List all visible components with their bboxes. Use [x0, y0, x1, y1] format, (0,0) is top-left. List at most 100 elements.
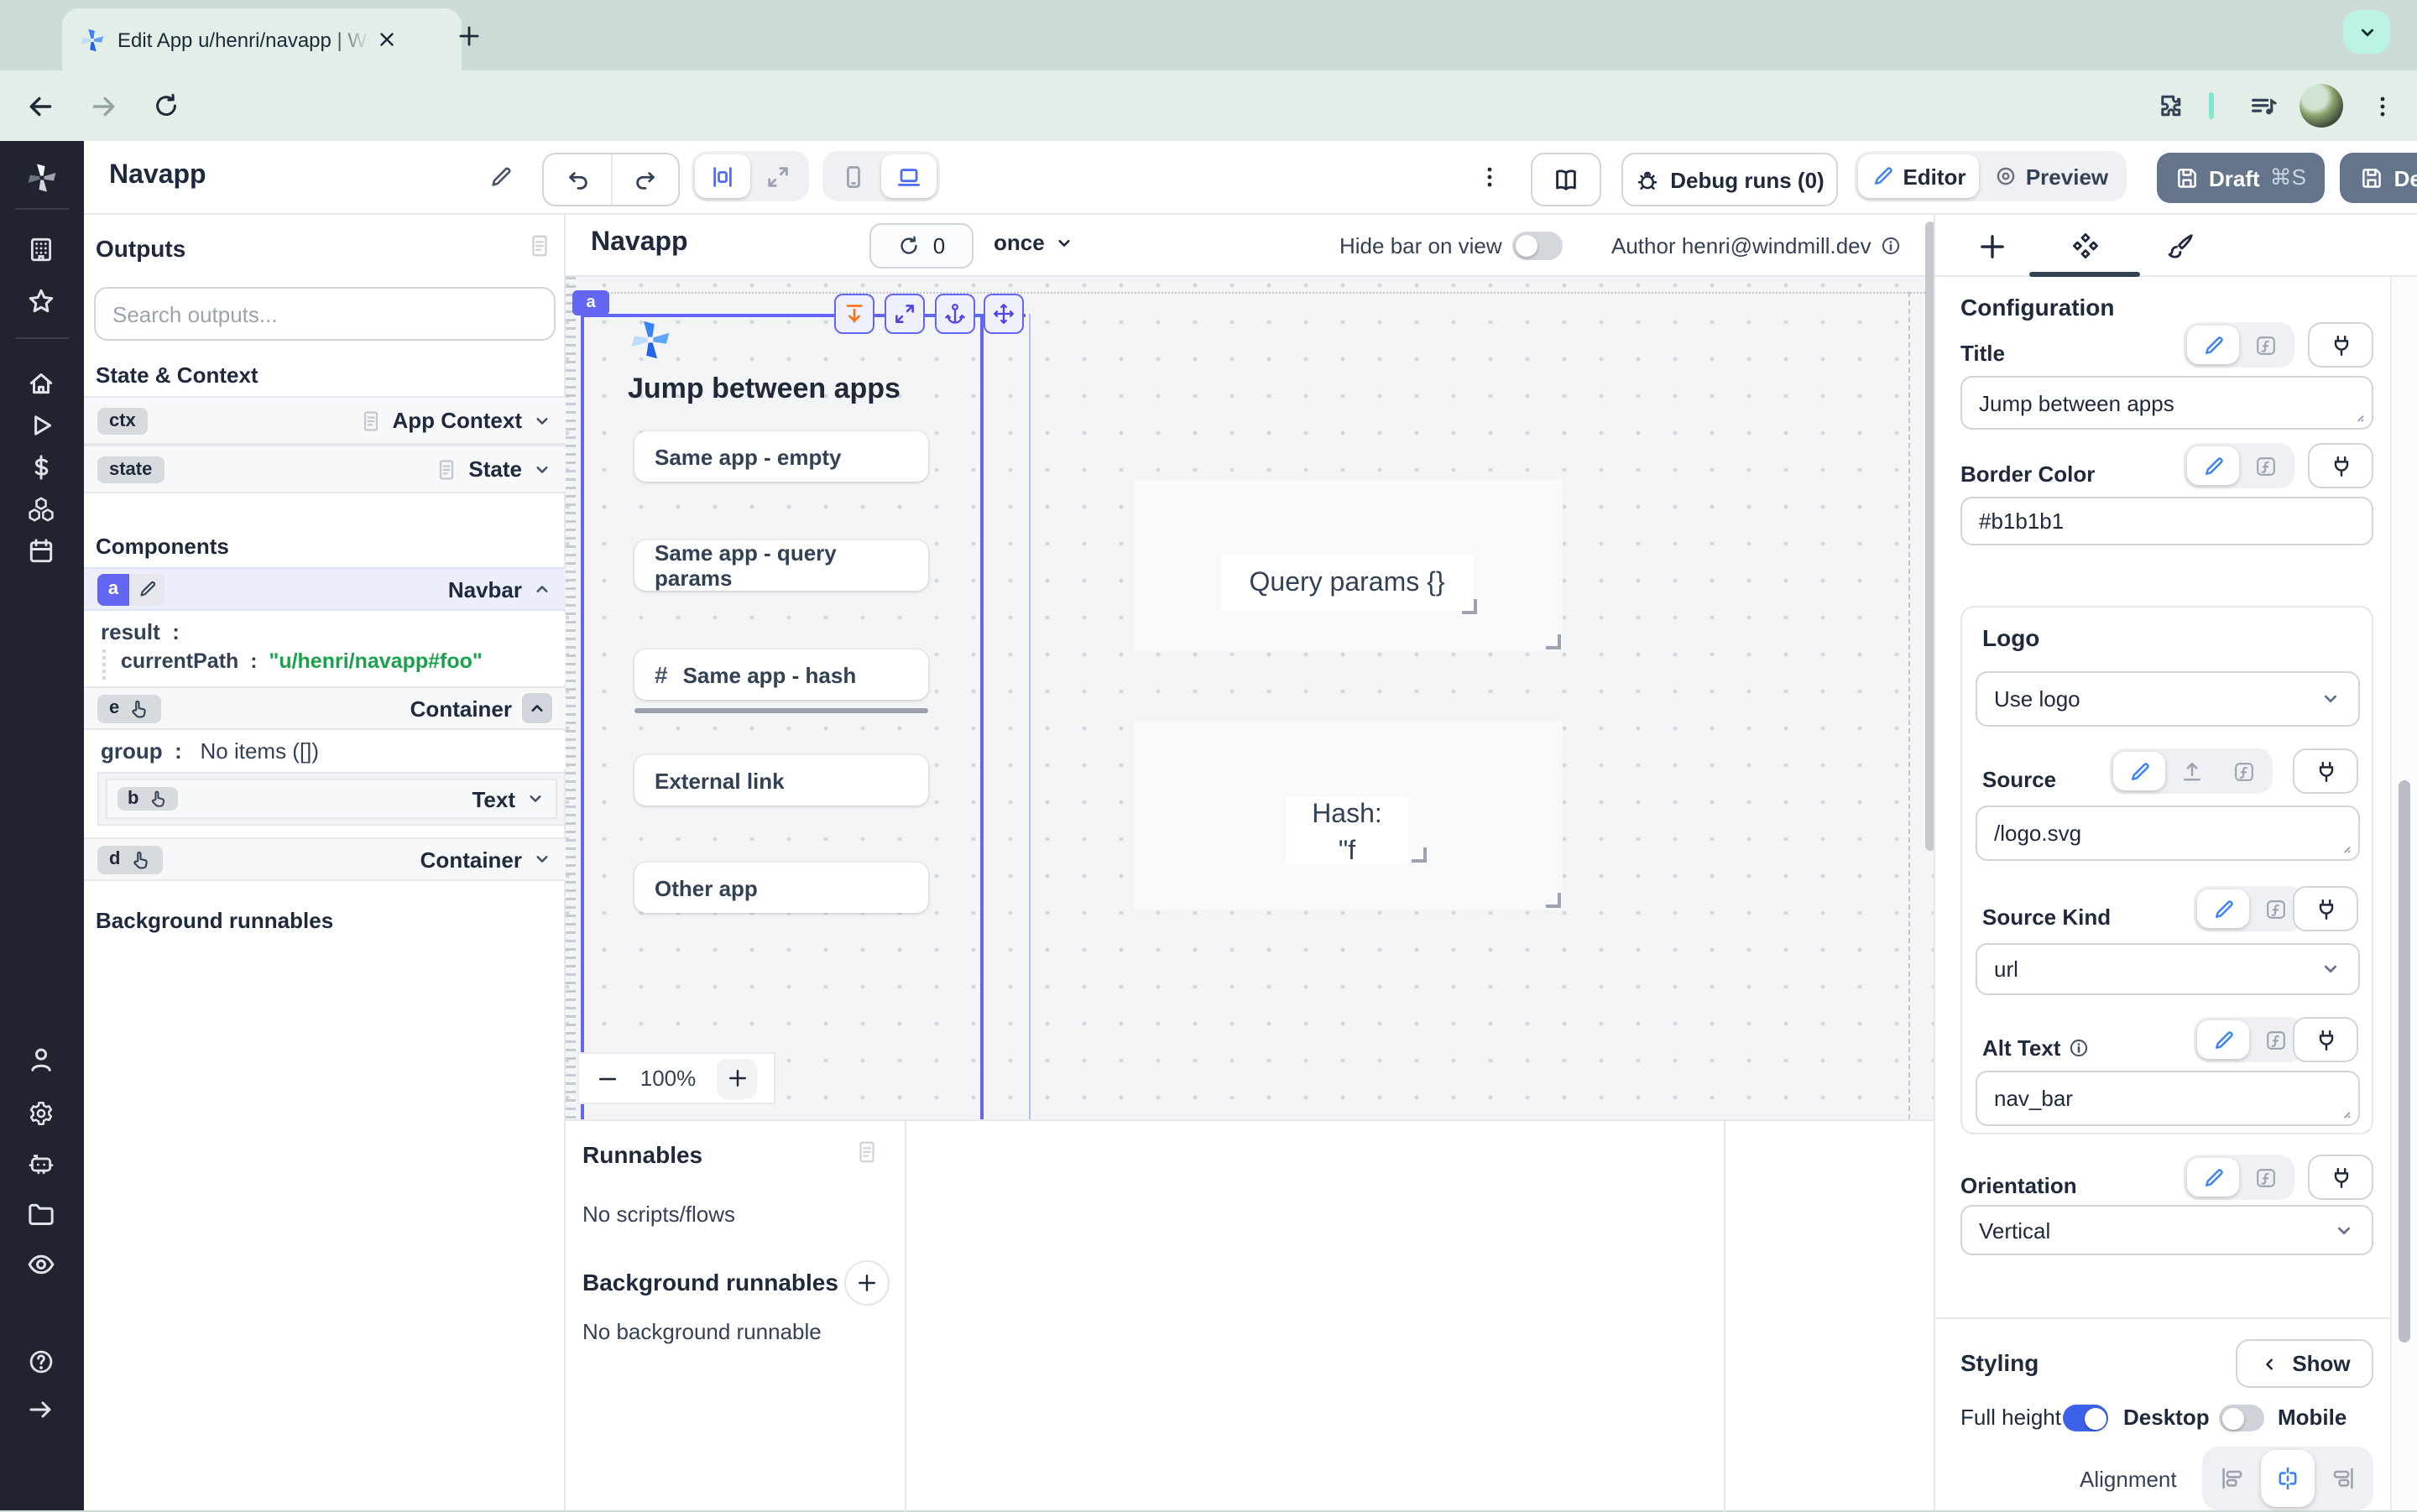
anchor-button[interactable]: [935, 294, 975, 334]
static-pencil-icon[interactable]: [2187, 1158, 2239, 1197]
component-edit-pencil-icon[interactable]: [129, 573, 164, 605]
nav-button-same-app-query[interactable]: Same app - query params: [634, 540, 928, 591]
nav-button-same-app-empty[interactable]: Same app - empty: [634, 431, 928, 482]
textarea-resize-grip[interactable]: [2333, 1101, 2353, 1121]
component-row-text-b[interactable]: b Text: [106, 779, 557, 819]
folders-icon[interactable]: [27, 1200, 55, 1228]
alt-text-input[interactable]: nav_bar: [1976, 1071, 2360, 1126]
zoom-out-minus-icon[interactable]: [596, 1066, 619, 1090]
panel-divider[interactable]: [905, 1121, 906, 1512]
rename-pencil-icon[interactable]: [488, 164, 514, 190]
border-color-input[interactable]: #b1b1b1: [1960, 497, 2373, 545]
component-row-container-d[interactable]: d Container: [84, 837, 566, 881]
more-options-kebab-icon[interactable]: [1477, 164, 1502, 190]
refresh-count-button[interactable]: 0: [869, 223, 974, 269]
align-left-button[interactable]: [2206, 1450, 2260, 1507]
search-outputs-input[interactable]: Search outputs...: [94, 287, 556, 341]
query-params-panel[interactable]: Query params {}: [1133, 480, 1563, 651]
resources-cubes-icon[interactable]: [27, 495, 55, 524]
container-d-chevron-down-icon[interactable]: [532, 849, 552, 869]
selected-component-badge[interactable]: a: [572, 290, 609, 315]
styling-brush-tab-icon[interactable]: [2167, 232, 2195, 260]
add-background-runnable-button[interactable]: [844, 1260, 890, 1306]
runnables-doc-icon[interactable]: [854, 1139, 880, 1165]
border-connect-plug-button[interactable]: [2308, 443, 2373, 488]
static-pencil-icon[interactable]: [2187, 446, 2239, 485]
panel-divider[interactable]: [1724, 1121, 1725, 1512]
state-chevron-down-icon[interactable]: [532, 459, 552, 479]
orientation-select[interactable]: Vertical: [1960, 1205, 2373, 1255]
favorites-star-icon[interactable]: [27, 287, 55, 315]
static-pencil-icon[interactable]: [2187, 326, 2239, 364]
browser-menu-kebab-icon[interactable]: [2370, 94, 2395, 119]
run-mode-dropdown[interactable]: once: [994, 230, 1075, 255]
orientation-connect-plug-button[interactable]: [2308, 1155, 2373, 1200]
reload-icon[interactable]: [153, 92, 180, 119]
windmill-logo-icon[interactable]: [25, 161, 59, 195]
editor-tab[interactable]: Editor: [1858, 154, 1979, 198]
title-connect-plug-button[interactable]: [2308, 322, 2373, 368]
align-center-button[interactable]: [2260, 1450, 2315, 1507]
deploy-button[interactable]: Deploy: [2340, 153, 2417, 203]
audit-eye-icon[interactable]: [27, 1250, 55, 1279]
draft-button[interactable]: Draft ⌘S: [2157, 153, 2325, 203]
expand-down-button[interactable]: [834, 294, 874, 334]
config-scrollbar[interactable]: [2399, 780, 2410, 1343]
settings-gear-icon[interactable]: [27, 1099, 55, 1128]
styling-show-button[interactable]: Show: [2236, 1339, 2373, 1388]
mobile-toggle-off[interactable]: [2219, 1405, 2264, 1431]
workers-robot-icon[interactable]: [27, 1150, 55, 1178]
new-tab-icon[interactable]: [457, 23, 482, 49]
media-playlist-icon[interactable]: [2249, 92, 2278, 121]
collapse-sidebar-arrow-icon[interactable]: [27, 1396, 54, 1423]
runs-play-icon[interactable]: [27, 411, 55, 440]
static-pencil-icon[interactable]: [2113, 752, 2165, 790]
resize-handle[interactable]: [1546, 893, 1561, 908]
resize-handle[interactable]: [1462, 599, 1477, 614]
alt-text-info-icon[interactable]: [2067, 1037, 2089, 1059]
resize-handle[interactable]: [1412, 847, 1427, 863]
expand-layout-button[interactable]: [750, 154, 806, 198]
source-connect-plug-button[interactable]: [2293, 748, 2358, 794]
source-input[interactable]: /logo.svg: [1976, 806, 2360, 861]
redo-button[interactable]: [613, 154, 678, 205]
outputs-doc-icon[interactable]: [527, 233, 552, 258]
state-row[interactable]: state State: [84, 445, 566, 493]
nav-button-external-link[interactable]: External link: [634, 755, 928, 806]
profile-avatar[interactable]: [2300, 84, 2343, 128]
logo-select[interactable]: Use logo: [1976, 671, 2360, 727]
navbar-chevron-up-icon[interactable]: [532, 579, 552, 599]
undo-button[interactable]: [544, 154, 613, 205]
docs-book-button[interactable]: [1531, 153, 1601, 206]
function-icon[interactable]: [2239, 326, 2291, 364]
schedules-calendar-icon[interactable]: [27, 537, 55, 566]
component-row-container-e[interactable]: e Container: [84, 686, 566, 730]
distribute-layout-button[interactable]: [695, 154, 750, 198]
static-pencil-icon[interactable]: [2197, 1020, 2249, 1059]
users-person-icon[interactable]: [27, 1045, 55, 1074]
hash-panel[interactable]: Hash: "f: [1133, 722, 1563, 910]
forward-icon[interactable]: [89, 92, 117, 121]
nav-button-same-app-hash[interactable]: # Same app - hash: [634, 649, 928, 700]
variables-dollar-icon[interactable]: [27, 453, 55, 482]
desktop-toggle-on[interactable]: [2063, 1405, 2108, 1431]
upload-icon[interactable]: [2165, 752, 2217, 790]
zoom-in-plus-button[interactable]: [717, 1058, 757, 1098]
author-info-icon[interactable]: [1880, 235, 1902, 257]
source-kind-select[interactable]: url: [1976, 943, 2360, 995]
desktop-view-button[interactable]: [881, 154, 937, 198]
function-icon[interactable]: [2239, 446, 2291, 485]
alt-text-connect-plug-button[interactable]: [2293, 1017, 2358, 1062]
resize-handle[interactable]: [1546, 634, 1561, 649]
component-settings-tab-icon[interactable]: [2071, 232, 2100, 260]
function-icon[interactable]: [2239, 1158, 2291, 1197]
ctx-row[interactable]: ctx App Context: [84, 396, 566, 445]
tab-close-icon[interactable]: [376, 29, 398, 50]
tab-search-button[interactable]: [2343, 10, 2390, 54]
ctx-chevron-down-icon[interactable]: [532, 410, 552, 430]
home-icon[interactable]: [27, 369, 55, 398]
container-e-chevron-up-icon[interactable]: [522, 693, 552, 723]
preview-tab[interactable]: Preview: [1979, 154, 2123, 198]
browser-tab[interactable]: Edit App u/henri/navapp | Win: [62, 8, 462, 70]
hide-bar-toggle[interactable]: [1512, 232, 1563, 260]
